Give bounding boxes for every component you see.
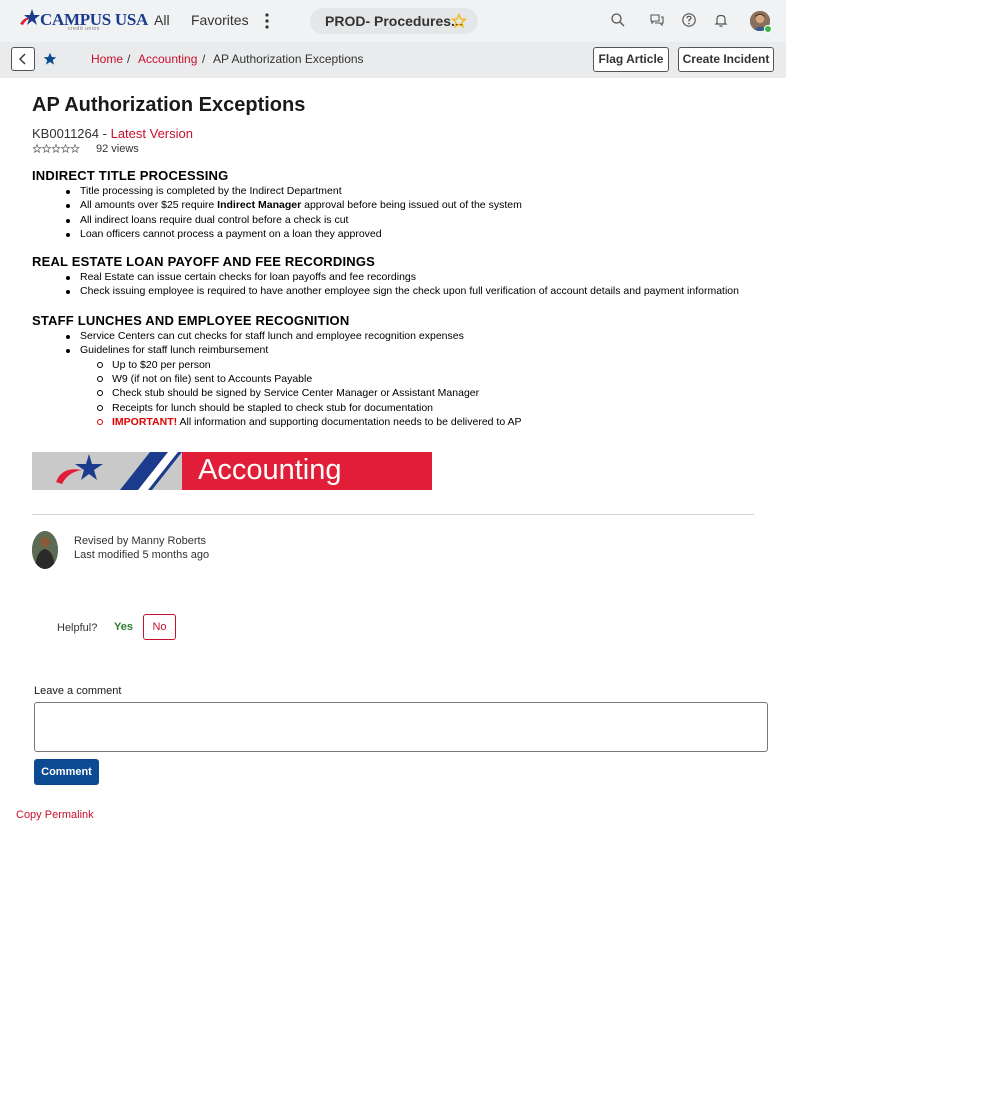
comment-input[interactable] (34, 702, 768, 752)
view-count: 92 views (96, 143, 139, 155)
list-item: Service Centers can cut checks for staff… (66, 330, 464, 342)
reviser-photo (32, 531, 58, 569)
section-heading: INDIRECT TITLE PROCESSING (32, 168, 229, 183)
list-item: Real Estate can issue certain checks for… (66, 271, 416, 283)
breadcrumb-current: AP Authorization Exceptions (213, 52, 364, 66)
list-item: All indirect loans require dual control … (65, 214, 349, 226)
copy-permalink-link[interactable]: Copy Permalink (16, 809, 94, 821)
accounting-banner: Accounting (32, 452, 432, 490)
help-icon[interactable] (681, 12, 697, 28)
sub-list-item: Receipts for lunch should be stapled to … (96, 402, 434, 414)
chevron-left-icon (19, 53, 26, 65)
nav-favorites[interactable]: Favorites (191, 12, 249, 28)
list-item: Loan officers cannot process a payment o… (66, 228, 382, 240)
article-version-link[interactable]: Latest Version (111, 126, 193, 141)
logo-subtext: credit union (68, 26, 100, 32)
list-item: All amounts over $25 require Indirect Ma… (66, 199, 522, 211)
breadcrumb-accounting[interactable]: Accounting (138, 52, 197, 66)
section-heading: STAFF LUNCHES AND EMPLOYEE RECOGNITION (32, 313, 350, 328)
bell-icon[interactable] (713, 12, 729, 28)
revised-by: Revised by Manny Roberts (74, 535, 207, 547)
breadcrumb-separator: / (127, 52, 131, 66)
campus-usa-logo[interactable]: CAMPUS USA credit union (18, 8, 148, 34)
nav-all[interactable]: All (154, 12, 170, 28)
sub-list-item: Up to $20 per person (97, 359, 211, 371)
banner-logo-graphic (56, 452, 182, 490)
list-item: Title processing is completed by the Ind… (66, 185, 342, 197)
article-meta: KB0011264 - Latest Version (32, 126, 193, 141)
list-item: Check issuing employee is required to ha… (66, 285, 739, 297)
comment-submit-button[interactable]: Comment (34, 759, 99, 785)
star-outline-icon[interactable] (451, 13, 467, 29)
context-tab-title: PROD- Procedures... (325, 13, 463, 29)
flag-article-button[interactable]: Flag Article (593, 47, 669, 72)
sub-list-item-important: IMPORTANT! All information and supportin… (97, 416, 522, 428)
sub-list-item: W9 (if not on file) sent to Accounts Pay… (96, 373, 313, 385)
context-tab[interactable]: PROD- Procedures... (310, 8, 478, 34)
important-label: IMPORTANT! (112, 416, 178, 428)
helpful-label: Helpful? (57, 622, 98, 634)
article-meta-separator: - (102, 126, 107, 141)
breadcrumb-separator: / (202, 52, 206, 66)
indirect-manager-emphasis: Indirect Manager (217, 199, 302, 211)
list-item: Guidelines for staff lunch reimbursement (65, 344, 269, 356)
sub-list-item: Check stub should be signed by Service C… (96, 387, 480, 399)
favorite-star-icon[interactable] (43, 52, 57, 66)
divider (32, 514, 754, 515)
last-modified: Last modified 5 months ago (74, 549, 210, 561)
rating-stars[interactable] (33, 144, 83, 154)
reviser-avatar (32, 531, 58, 569)
breadcrumb-home[interactable]: Home (91, 52, 123, 66)
search-icon[interactable] (610, 12, 626, 28)
helpful-no-button[interactable]: No (143, 614, 176, 640)
banner-title: Accounting (198, 454, 342, 486)
article-number: KB0011264 (32, 126, 99, 141)
comment-label: Leave a comment (34, 685, 122, 697)
more-vertical-icon[interactable] (262, 11, 272, 31)
back-button[interactable] (11, 47, 35, 71)
section-heading: REAL ESTATE LOAN PAYOFF AND FEE RECORDIN… (32, 254, 376, 269)
article-title: AP Authorization Exceptions (32, 94, 306, 116)
create-incident-button[interactable]: Create Incident (678, 47, 774, 72)
chat-icon[interactable] (649, 12, 665, 28)
helpful-yes-button[interactable]: Yes (114, 621, 133, 633)
presence-status-dot (764, 25, 772, 33)
